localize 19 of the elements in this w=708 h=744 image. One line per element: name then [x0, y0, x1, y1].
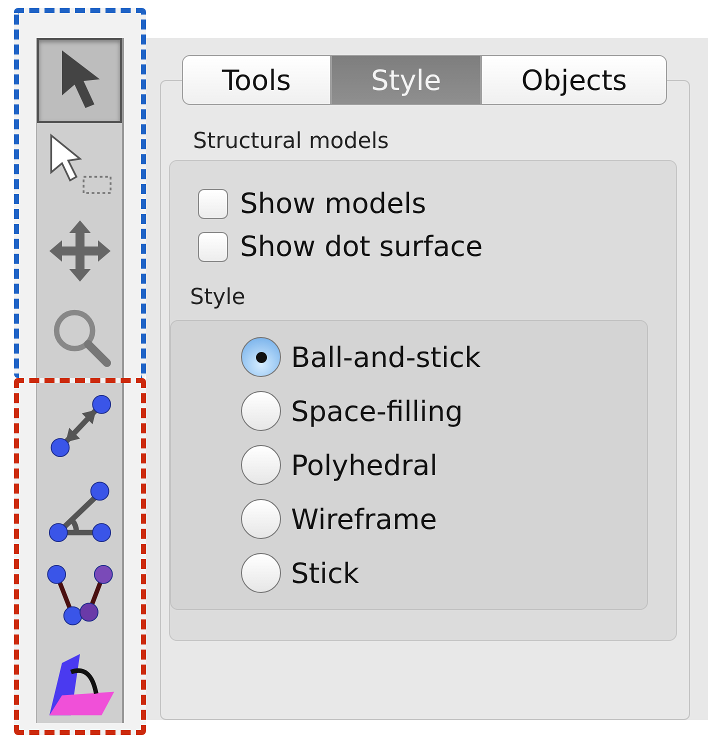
checkbox-label: Show models [240, 187, 426, 220]
radio-label: Stick [291, 556, 360, 590]
radio-button[interactable] [241, 391, 281, 431]
radio-label: Ball-and-stick [291, 340, 481, 374]
tool-button[interactable] [37, 38, 122, 123]
group-title: Style [190, 285, 246, 310]
tab[interactable]: Objects [481, 55, 667, 105]
radio-label: Wireframe [291, 502, 438, 536]
tab[interactable]: Tools [182, 55, 331, 105]
radio-button[interactable] [241, 337, 281, 377]
checkbox[interactable] [198, 232, 228, 262]
section-title: Structural models [193, 129, 390, 154]
radio-label: Polyhedral [291, 448, 438, 482]
radio-button[interactable] [241, 445, 281, 485]
radio-button[interactable] [241, 499, 281, 539]
checkbox-label: Show dot surface [240, 230, 483, 263]
radio-button[interactable] [241, 553, 281, 593]
checkbox[interactable] [198, 188, 228, 218]
radio-label: Space-filling [291, 394, 463, 428]
